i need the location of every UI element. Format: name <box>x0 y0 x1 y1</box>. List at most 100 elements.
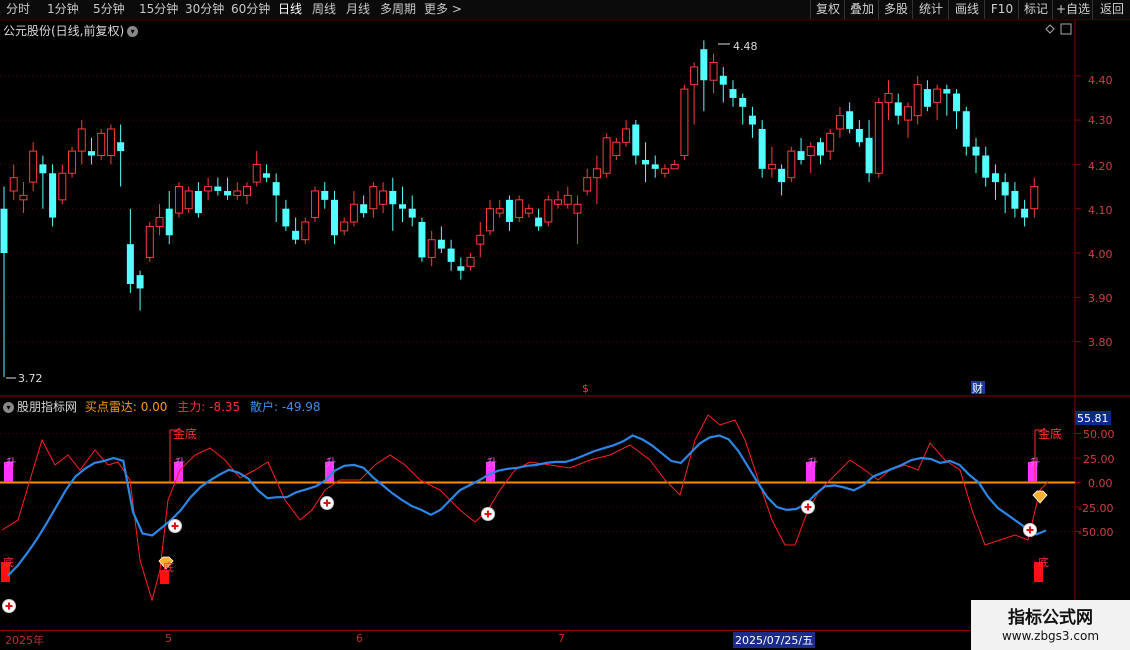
label-di-1: 底 <box>3 555 14 569</box>
candle-body-up <box>602 137 611 174</box>
price-tick-0: 4.40 <box>1088 74 1113 87</box>
candle-body-up <box>233 190 242 196</box>
ind-tick-1: 25.00 <box>1083 453 1115 466</box>
candle-body-up <box>583 177 592 192</box>
candle-body-down <box>855 128 863 143</box>
candle-body-up <box>29 150 38 183</box>
candle-body-down <box>224 190 232 196</box>
candle-body-up <box>709 62 718 81</box>
candle-body-up <box>806 146 815 157</box>
candle-body-up <box>427 239 436 258</box>
candle-body-down <box>758 128 766 169</box>
candle-body-up <box>184 190 193 210</box>
candle-body-up <box>544 199 553 223</box>
price-tick-4: 4.00 <box>1088 248 1113 261</box>
candle-body-up <box>1030 186 1039 210</box>
marker-s[interactable]: $ <box>582 382 589 395</box>
candle-body-up <box>252 163 261 183</box>
candle-body-down <box>272 182 280 196</box>
candle-body-up <box>835 115 844 130</box>
candle-body-up <box>884 93 893 103</box>
panel-layout-icon <box>1060 23 1072 35</box>
price-tick-3: 4.10 <box>1088 204 1113 217</box>
candle-body-down <box>408 208 416 218</box>
label-jindi-1: 金底 <box>173 426 197 441</box>
candle-body-up <box>476 234 485 245</box>
candle-body-up <box>913 84 922 117</box>
price-tick-6: 3.80 <box>1088 336 1113 349</box>
candle-body-down <box>719 75 727 85</box>
retail-line <box>7 434 1047 577</box>
candle-body-down <box>360 204 368 214</box>
candle-body-down <box>943 89 951 94</box>
candle-body-down <box>0 208 8 253</box>
candle-body-down <box>136 275 144 289</box>
candle-body-up <box>145 225 154 258</box>
candle-body-down <box>194 190 202 214</box>
diamond-icon <box>1032 490 1048 504</box>
candle-body-down <box>953 93 961 112</box>
chart-canvas: 4.48 3.72 $ 财 金底 金底 底 底 底 升 升 升 升 升 升 55… <box>0 19 1130 630</box>
candle-body-down <box>282 208 290 227</box>
label-sheng-3: 升 <box>326 457 336 469</box>
candle-body-up <box>524 208 533 214</box>
label-sheng-2: 升 <box>175 457 185 469</box>
candle-body-up <box>826 132 835 152</box>
label-sheng-6: 升 <box>1030 457 1040 469</box>
candle-body-up <box>612 141 621 157</box>
price-tick-1: 4.30 <box>1088 114 1113 127</box>
label-di-2: 底 <box>163 560 174 574</box>
candle-body-down <box>962 111 970 147</box>
candle-body-up <box>660 168 669 174</box>
candle-body-up <box>9 177 18 192</box>
candle-body-down <box>214 186 222 191</box>
candle-body-up <box>554 199 563 205</box>
label-sheng-4: 升 <box>487 457 497 469</box>
watermark-line2: www.zbgs3.com <box>1001 629 1100 643</box>
candle-body-down <box>1001 182 1009 196</box>
marker-cai[interactable]: 财 <box>972 381 983 395</box>
candle-body-up <box>97 132 106 157</box>
label-sheng-1: 升 <box>6 457 16 469</box>
candle-body-up <box>680 88 689 157</box>
candle-body-up <box>787 150 796 179</box>
candle-body-up <box>515 199 524 219</box>
candle-body-down <box>165 208 173 236</box>
candle-body-down <box>700 49 708 81</box>
candle-body-down <box>739 97 747 107</box>
candle-body-down <box>846 111 854 129</box>
candle-body-up <box>379 190 388 205</box>
candle-body-up <box>340 221 349 232</box>
candle-body-up <box>68 150 77 174</box>
date-label-2: 6 <box>356 632 363 645</box>
candle-body-down <box>972 146 980 156</box>
candle-body-down <box>991 173 999 183</box>
candle-body-down <box>262 173 270 178</box>
candle-body-up <box>573 203 582 214</box>
candle-body-up <box>563 194 572 205</box>
candle-body-up <box>77 128 86 152</box>
panel-diamond-icon <box>1045 24 1055 34</box>
label-sheng-5: 升 <box>808 457 818 469</box>
candle-body-down <box>321 190 329 200</box>
candle-body-down <box>447 248 455 262</box>
candle-body-down <box>865 137 873 174</box>
candle-body-down <box>816 142 824 156</box>
indicator-group <box>0 414 1075 613</box>
candle-body-up <box>349 203 358 223</box>
low-price-annotation: 3.72 <box>18 372 43 385</box>
date-label-0: 2025年 <box>5 634 44 647</box>
price-tick-2: 4.20 <box>1088 160 1113 173</box>
candle-body-down <box>894 102 902 116</box>
candle-body-up <box>19 194 28 201</box>
candle-body-down <box>49 173 57 218</box>
candle-body-down <box>292 230 300 240</box>
candle-body-down <box>642 159 650 165</box>
candle-body-up <box>486 208 494 232</box>
watermark: 指标公式网 www.zbgs3.com <box>971 600 1130 650</box>
ind-tick-3: -25.00 <box>1078 502 1113 515</box>
candle-body-down <box>39 164 47 174</box>
candle-body-down <box>748 115 756 125</box>
candle-body-down <box>418 221 426 258</box>
candle-body-up <box>311 190 320 219</box>
